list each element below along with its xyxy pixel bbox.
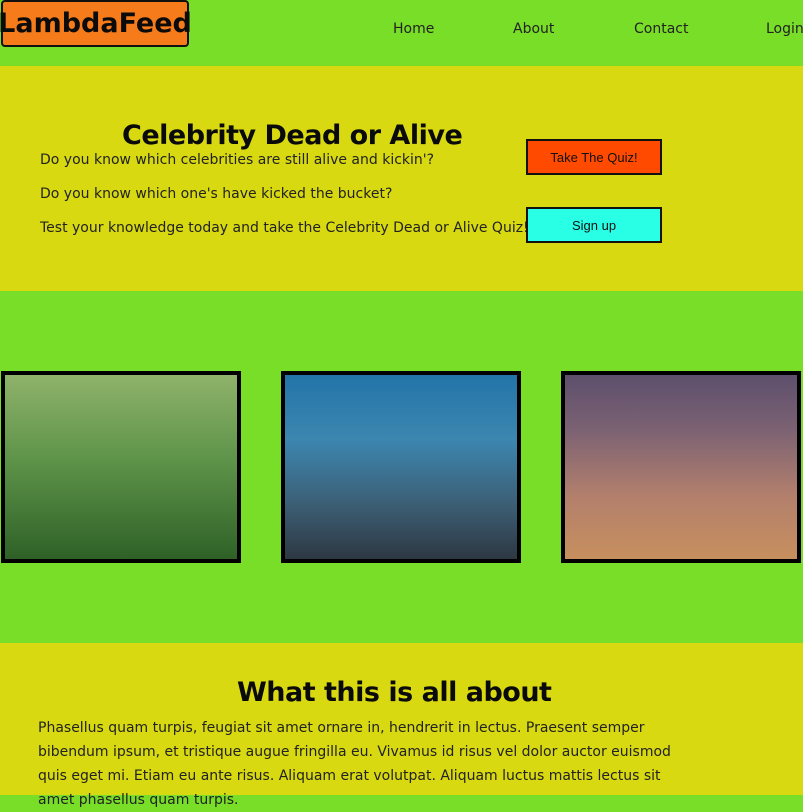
take-quiz-button[interactable]: Take The Quiz! xyxy=(526,139,662,175)
gallery-image-1 xyxy=(1,371,241,563)
nav-contact-link[interactable]: Contact xyxy=(634,21,688,37)
top-navigation: LambdaFeed Home About Contact Login xyxy=(0,0,803,66)
gallery-image-2 xyxy=(281,371,521,563)
hero-line-3: Test your knowledge today and take the C… xyxy=(40,220,535,236)
nav-about-link[interactable]: About xyxy=(513,21,554,37)
about-text: Phasellus quam turpis, feugiat sit amet … xyxy=(38,720,671,808)
gallery-image-3 xyxy=(561,371,801,563)
sign-up-button[interactable]: Sign up xyxy=(526,207,662,243)
lambdafeed-logo[interactable]: LambdaFeed xyxy=(0,0,192,47)
hero-title: Celebrity Dead or Alive xyxy=(122,120,463,152)
about-title: What this is all about xyxy=(237,677,552,709)
nav-home-link[interactable]: Home xyxy=(393,21,434,37)
hero-line-2: Do you know which one's have kicked the … xyxy=(40,186,393,202)
hero-section xyxy=(0,66,803,291)
nav-login-link[interactable]: Login xyxy=(766,21,803,37)
hero-line-1: Do you know which celebrities are still … xyxy=(40,152,435,168)
